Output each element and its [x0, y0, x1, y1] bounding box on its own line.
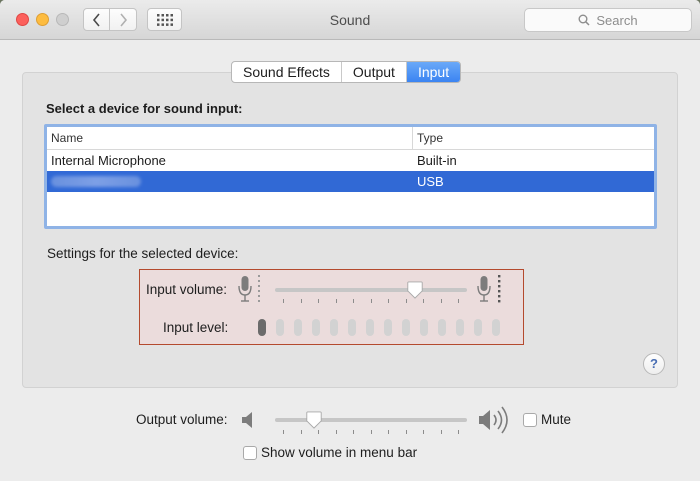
chevron-right-icon: [120, 12, 128, 27]
tab-output[interactable]: Output: [342, 62, 407, 82]
input-level-meter: [258, 319, 500, 336]
show-volume-label: Show volume in menu bar: [261, 445, 418, 460]
level-segment: [456, 319, 464, 336]
microphone-low-icon: [238, 275, 260, 302]
input-volume-label: Input volume:: [146, 282, 228, 297]
device-heading: Select a device for sound input:: [46, 101, 243, 116]
level-segment: [294, 319, 302, 336]
show-all-button[interactable]: [147, 8, 182, 31]
input-volume-track[interactable]: [275, 288, 467, 292]
level-segment: [438, 319, 446, 336]
tab-input[interactable]: Input: [406, 62, 461, 82]
level-segment: [366, 319, 374, 336]
redacted-name: [51, 176, 141, 187]
level-segment: [330, 319, 338, 336]
zoom-button[interactable]: [56, 13, 69, 26]
output-volume-ticks: [283, 430, 459, 434]
input-level-label: Input level:: [163, 320, 229, 335]
output-volume-slider[interactable]: [305, 411, 323, 429]
grid-icon: [156, 13, 173, 26]
table-header: Name Type: [47, 127, 654, 150]
title-bar: Sound Search: [0, 0, 700, 40]
device-table[interactable]: Name Type Internal Microphone Built-in U…: [44, 124, 657, 229]
output-volume-label: Output volume:: [136, 412, 228, 427]
level-segment: [492, 319, 500, 336]
minimize-button[interactable]: [36, 13, 49, 26]
back-button[interactable]: [83, 8, 110, 31]
level-segment: [420, 319, 428, 336]
column-header-name[interactable]: Name: [47, 127, 413, 149]
device-type: Built-in: [417, 153, 457, 168]
close-button[interactable]: [16, 13, 29, 26]
device-name-redacted: [47, 171, 413, 192]
search-field[interactable]: Search: [524, 8, 692, 32]
level-segment: [258, 319, 266, 336]
tab-bar: Sound Effects Output Input: [231, 61, 462, 83]
microphone-high-icon: [477, 275, 501, 303]
level-segment: [474, 319, 482, 336]
level-segment: [348, 319, 356, 336]
mute-checkbox[interactable]: [523, 413, 537, 427]
input-volume-slider[interactable]: [406, 281, 424, 299]
speaker-high-icon: [479, 406, 508, 434]
speaker-low-icon: [242, 412, 252, 428]
table-row[interactable]: Internal Microphone Built-in: [47, 150, 654, 171]
mute-label: Mute: [541, 412, 572, 427]
search-icon: [578, 14, 590, 26]
show-volume-checkbox[interactable]: [243, 446, 257, 460]
tab-sound-effects[interactable]: Sound Effects: [232, 62, 342, 82]
help-button[interactable]: ?: [643, 353, 665, 375]
chevron-left-icon: [92, 12, 100, 27]
column-header-type[interactable]: Type: [413, 127, 443, 149]
level-segment: [402, 319, 410, 336]
forward-button[interactable]: [110, 8, 137, 31]
device-type: USB: [417, 174, 444, 189]
table-row-selected[interactable]: USB: [47, 171, 654, 192]
level-segment: [312, 319, 320, 336]
search-placeholder: Search: [596, 12, 638, 28]
device-name: Internal Microphone: [51, 153, 166, 168]
settings-label: Settings for the selected device:: [47, 246, 239, 261]
input-volume-ticks: [283, 299, 459, 303]
level-segment: [276, 319, 284, 336]
sound-preferences-window: Sound Search Sound Effects Output Input …: [0, 0, 700, 481]
level-segment: [384, 319, 392, 336]
